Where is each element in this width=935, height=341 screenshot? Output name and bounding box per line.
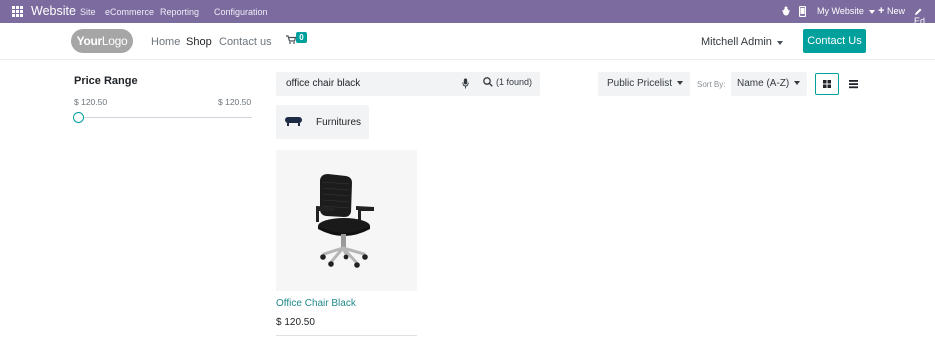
grid-view-button[interactable] xyxy=(815,73,839,95)
search-button[interactable]: (1 found) xyxy=(483,77,532,87)
pricelist-label: Public Pricelist xyxy=(607,78,673,89)
pencil-icon xyxy=(915,8,922,15)
admin-menu-site[interactable]: Site xyxy=(80,7,96,17)
search-input[interactable]: office chair black xyxy=(286,78,360,89)
mobile-icon[interactable] xyxy=(799,6,806,17)
category-furnitures[interactable]: Furnitures xyxy=(276,105,369,139)
category-thumbnail xyxy=(285,117,302,126)
admin-menu-configuration[interactable]: Configuration xyxy=(214,7,268,17)
list-view-icon xyxy=(849,80,858,89)
admin-menu-ecommerce[interactable]: eCommerce xyxy=(105,7,154,17)
search-result-count: (1 found) xyxy=(496,77,533,87)
pricelist-dropdown[interactable]: Public Pricelist xyxy=(598,72,690,96)
product-price: $ 120.50 xyxy=(276,317,315,328)
grid-view-icon xyxy=(823,80,831,88)
search-icon xyxy=(483,77,493,87)
chevron-down-icon[interactable] xyxy=(777,41,783,45)
price-range-min: $ 120.50 xyxy=(74,97,108,107)
list-view-button[interactable] xyxy=(841,73,865,95)
product-name-link[interactable]: Office Chair Black xyxy=(276,298,356,309)
price-range-title: Price Range xyxy=(74,75,138,87)
admin-brand[interactable]: Website xyxy=(31,4,76,18)
contact-us-button[interactable]: Contact Us xyxy=(803,29,866,53)
price-range-max: $ 120.50 xyxy=(218,97,252,107)
sort-dropdown[interactable]: Name (A-Z) xyxy=(731,72,807,96)
admin-bar: Website Site eCommerce Reporting Configu… xyxy=(0,0,935,26)
sort-value: Name (A-Z) xyxy=(737,78,790,89)
microphone-icon[interactable] xyxy=(462,78,469,89)
divider xyxy=(276,335,417,336)
nav-shop[interactable]: Shop xyxy=(186,36,212,48)
nav-contact-us[interactable]: Contact us xyxy=(219,36,272,48)
logo-text: Logo xyxy=(101,34,128,48)
office-chair-image xyxy=(316,174,374,268)
sort-by-label: Sort By: xyxy=(697,80,726,89)
price-range-slider[interactable] xyxy=(78,117,252,118)
logo-text-bold: Your xyxy=(76,34,103,48)
chevron-down-icon xyxy=(794,81,801,86)
site-logo[interactable]: YourLogo xyxy=(71,29,133,53)
chevron-down-icon xyxy=(677,81,684,86)
category-label: Furnitures xyxy=(316,117,362,128)
chevron-down-icon xyxy=(869,9,876,14)
apps-icon[interactable] xyxy=(12,6,23,17)
bug-icon[interactable] xyxy=(781,6,791,16)
nav-home[interactable]: Home xyxy=(151,36,180,48)
user-menu[interactable]: Mitchell Admin xyxy=(701,36,772,48)
website-switcher-label: My Website xyxy=(817,6,864,16)
new-button[interactable]: + New xyxy=(878,5,905,17)
product-image[interactable] xyxy=(276,150,417,291)
plus-icon: + xyxy=(878,5,885,17)
website-switcher[interactable]: My Website xyxy=(817,6,876,16)
price-range-handle[interactable] xyxy=(73,112,84,123)
cart-icon[interactable] xyxy=(286,35,296,44)
admin-menu-reporting[interactable]: Reporting xyxy=(160,7,199,17)
new-label: New xyxy=(886,6,905,16)
site-header: YourLogo Home Shop Contact us 0 Mitchell… xyxy=(0,23,935,60)
cart-count-badge: 0 xyxy=(296,32,307,43)
product-search: office chair black (1 found) xyxy=(276,72,540,96)
